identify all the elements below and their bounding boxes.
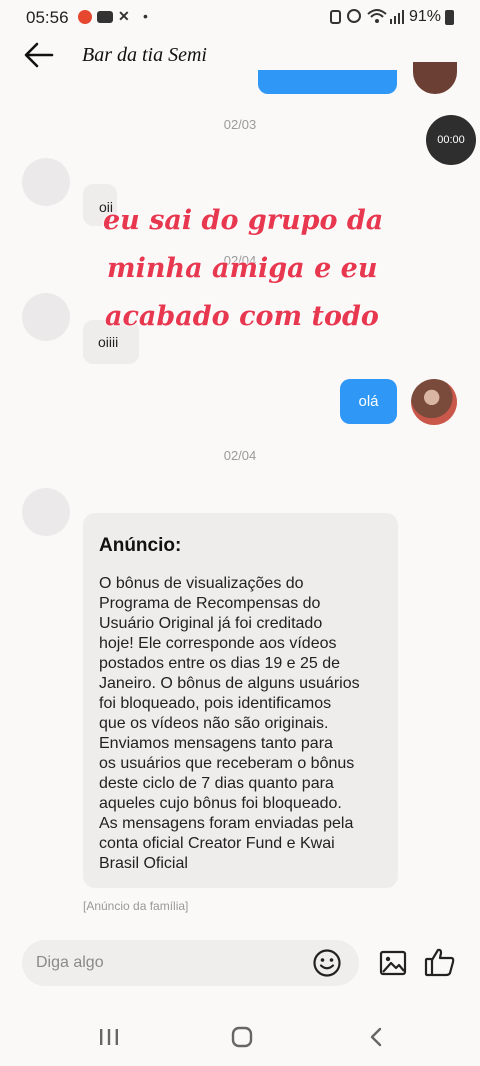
announcement-line: postados entre os dias 19 e 25 de bbox=[99, 655, 341, 672]
image-icon[interactable] bbox=[378, 948, 408, 978]
date-separator: 02/04 bbox=[223, 448, 257, 463]
recent-apps-icon[interactable] bbox=[98, 1027, 120, 1047]
nfc-icon bbox=[330, 10, 341, 24]
back-nav-icon[interactable] bbox=[366, 1026, 388, 1048]
overlay-caption-line: minha amiga e eu bbox=[107, 253, 378, 284]
overlay-caption-line: eu sai do grupo da bbox=[103, 205, 384, 236]
capcut-icon: ✕ bbox=[118, 8, 130, 24]
status-time: 05:56 bbox=[26, 8, 69, 27]
status-bar: 05:56 ✕ • 91% bbox=[0, 0, 480, 34]
date-separator: 02/03 bbox=[223, 117, 257, 132]
message-input-placeholder: Diga algo bbox=[36, 954, 104, 971]
wifi-icon bbox=[367, 9, 387, 23]
back-arrow-icon[interactable] bbox=[22, 38, 56, 72]
announcement-line: Enviamos mensagens tanto para bbox=[99, 735, 333, 752]
chat-title: Bar da tia Semi bbox=[82, 44, 207, 66]
message-text: oiiii bbox=[98, 334, 119, 350]
announcement-line: foi bloqueado, pois identificamos bbox=[99, 695, 332, 712]
announcement-line: Janeiro. O bônus de alguns usuários bbox=[99, 675, 360, 692]
emoji-icon[interactable] bbox=[312, 948, 342, 978]
status-dot: • bbox=[143, 8, 148, 24]
announcement-line: As mensagens foram enviadas pela bbox=[99, 815, 354, 832]
app-notification-icon bbox=[78, 10, 92, 24]
sender-avatar[interactable] bbox=[22, 488, 70, 536]
battery-percent: 91% bbox=[409, 8, 442, 25]
sender-avatar[interactable] bbox=[22, 158, 70, 206]
sender-avatar[interactable] bbox=[22, 293, 70, 341]
announcement-line: aqueles cujo bônus foi bloqueado. bbox=[99, 795, 342, 812]
battery-icon bbox=[445, 10, 454, 25]
announcement-line: O bônus de visualizações do bbox=[99, 575, 304, 592]
announcement-line: Brasil Oficial bbox=[99, 855, 188, 872]
alarm-icon bbox=[347, 9, 361, 23]
message-bubble-outgoing-partial[interactable] bbox=[258, 70, 397, 94]
user-avatar-top[interactable] bbox=[413, 62, 457, 94]
announcement-line: hoje! Ele corresponde aos vídeos bbox=[99, 635, 337, 652]
chat-header bbox=[0, 34, 480, 82]
announcement-line: Programa de Recompensas do bbox=[99, 595, 321, 612]
overlay-caption-line: acabado com todo bbox=[105, 301, 379, 332]
message-bubble-outgoing[interactable]: olá bbox=[340, 379, 397, 424]
recording-timer[interactable]: 00:00 bbox=[426, 115, 476, 165]
announcement-line: Usuário Original já foi creditado bbox=[99, 615, 323, 632]
youtube-icon bbox=[97, 11, 113, 23]
announcement-title: Anúncio: bbox=[99, 535, 182, 556]
thumbs-up-icon[interactable] bbox=[423, 946, 457, 978]
announcement-line: os usuários que receberam o bônus bbox=[99, 755, 355, 772]
announcement-body: O bônus de visualizações do Programa de … bbox=[99, 574, 389, 874]
home-icon[interactable] bbox=[230, 1025, 254, 1049]
signal-icon bbox=[390, 10, 404, 24]
announcement-line: deste ciclo de 7 dias quanto para bbox=[99, 775, 334, 792]
user-avatar[interactable] bbox=[411, 379, 457, 425]
announcement-source: [Anúncio da família] bbox=[83, 899, 189, 913]
announcement-line: que os vídeos não são originais. bbox=[99, 715, 329, 732]
announcement-line: conta oficial Creator Fund e Kwai bbox=[99, 835, 335, 852]
